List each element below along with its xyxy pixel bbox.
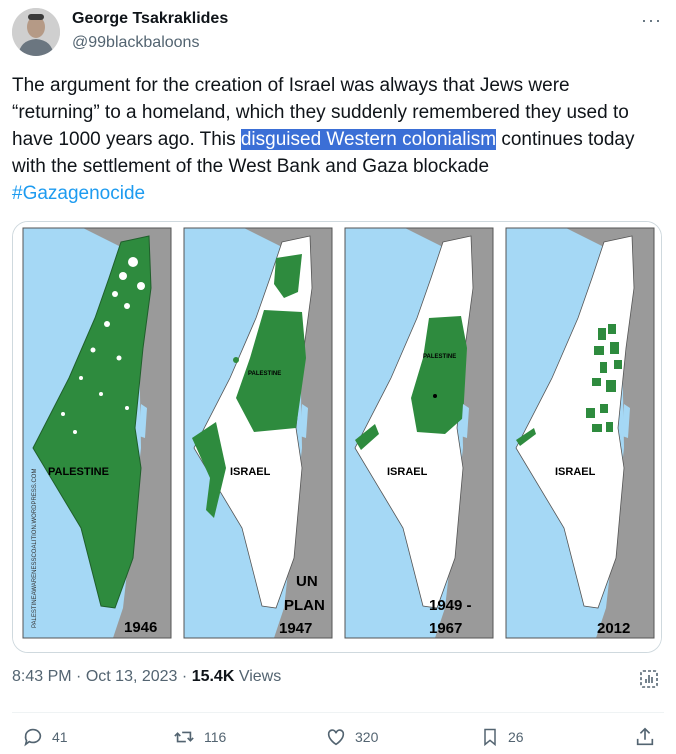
map-label-palestine-small: PALESTINE [248, 371, 281, 377]
highlighted-text: disguised Western colonialism [240, 129, 497, 150]
map-label-palestine: PALESTINE [48, 466, 109, 478]
heart-icon [327, 729, 345, 746]
more-dots-icon[interactable]: ··· [641, 10, 662, 31]
map-year-1946: 1946 [124, 619, 157, 636]
map-year-plan: PLAN [284, 597, 325, 614]
maps-illustration: PALESTINE 1946 PALESTINEAWARENESSCOALITI… [13, 222, 661, 652]
map-year-2012: 2012 [597, 620, 630, 637]
map-panel-un-plan-1947: PALESTINE ISRAEL UN PLAN 1947 [183, 227, 333, 639]
tweet-time[interactable]: 8:43 PM [12, 668, 72, 685]
map-year-un: UN [296, 573, 318, 590]
like-count: 320 [355, 729, 379, 745]
tweet-actions: 41 116 320 26 [0, 726, 676, 750]
avatar-image [12, 8, 60, 56]
views-count: 15.4K [191, 668, 235, 685]
tweet-meta: 8:43 PM · Oct 13, 2023 · 15.4K Views [12, 668, 281, 686]
meta-separator-2: · [181, 668, 188, 685]
repost-icon [174, 731, 194, 743]
bookmark-icon [484, 728, 496, 747]
meta-separator: · [76, 668, 82, 685]
map-panel-2012: ISRAEL 2012 [505, 227, 655, 639]
map-label-palestine-small-2: PALESTINE [423, 354, 456, 360]
views-label: Views [238, 668, 282, 685]
map-panel-1949-1967: PALESTINE ISRAEL 1949 - 1967 [344, 227, 494, 639]
tweet-date[interactable]: Oct 13, 2023 [86, 668, 178, 685]
reply-icon [24, 728, 42, 747]
tweet-text: The argument for the creation of Israel … [12, 72, 652, 207]
repost-button[interactable]: 116 [172, 726, 226, 748]
map-label-israel: ISRAEL [230, 466, 271, 478]
map-label-israel-3: ISRAEL [555, 466, 596, 478]
map-panel-1946: PALESTINE 1946 PALESTINEAWARENESSCOALITI… [22, 227, 172, 639]
divider [12, 712, 664, 713]
hashtag-link[interactable]: #Gazagenocide [12, 183, 145, 204]
analytics-icon[interactable] [638, 668, 660, 695]
map-year-1949: 1949 - [429, 597, 472, 614]
share-button[interactable] [634, 726, 656, 748]
reply-count: 41 [52, 729, 68, 745]
share-icon [636, 727, 654, 746]
author-name[interactable]: George Tsakraklides [72, 10, 228, 28]
map-year-1967: 1967 [429, 620, 462, 637]
avatar[interactable] [12, 8, 60, 56]
map-label-israel-2: ISRAEL [387, 466, 428, 478]
side-credit-text: PALESTINEAWARENESSCOALITION.WORDPRESS.CO… [32, 469, 38, 628]
tweet-media-image[interactable]: PALESTINE 1946 PALESTINEAWARENESSCOALITI… [12, 221, 662, 653]
like-button[interactable]: 320 [325, 726, 378, 748]
map-year-1947: 1947 [279, 620, 312, 637]
repost-count: 116 [204, 729, 227, 745]
author-handle[interactable]: @99blackbaloons [72, 34, 199, 52]
reply-button[interactable]: 41 [22, 726, 68, 748]
bookmark-button[interactable]: 26 [480, 726, 524, 748]
bookmark-count: 26 [508, 729, 524, 745]
